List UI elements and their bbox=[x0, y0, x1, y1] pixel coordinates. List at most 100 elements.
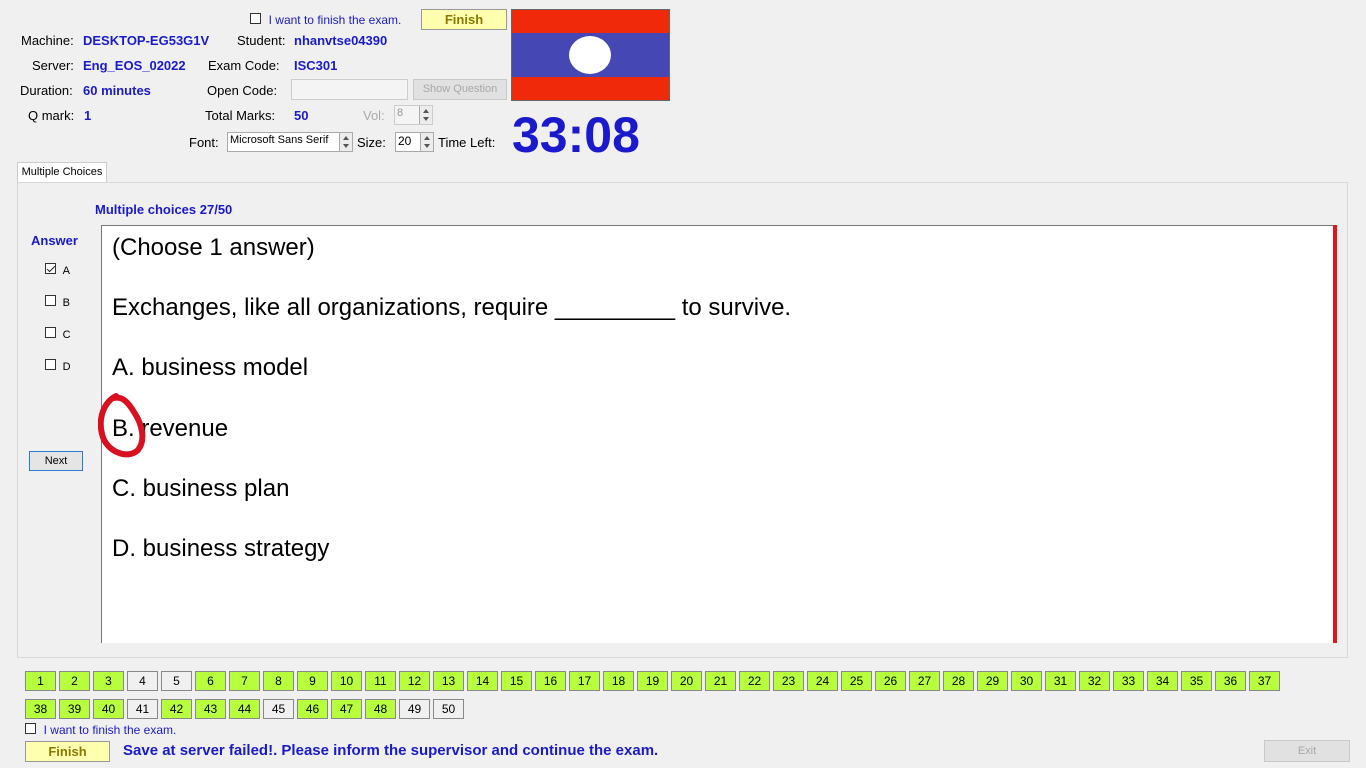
question-button-40[interactable]: 40 bbox=[93, 699, 124, 719]
question-button-32[interactable]: 32 bbox=[1079, 671, 1110, 691]
answer-option-a[interactable]: A bbox=[45, 262, 70, 277]
question-button-38[interactable]: 38 bbox=[25, 699, 56, 719]
question-progress: Multiple choices 27/50 bbox=[95, 202, 233, 217]
question-text: Exchanges, like all organizations, requi… bbox=[112, 294, 792, 321]
question-button-44[interactable]: 44 bbox=[229, 699, 260, 719]
question-button-9[interactable]: 9 bbox=[297, 671, 328, 691]
question-button-24[interactable]: 24 bbox=[807, 671, 838, 691]
answer-key-a: A bbox=[62, 265, 70, 277]
answer-checkbox-c[interactable] bbox=[45, 327, 56, 338]
qmark-value: 1 bbox=[84, 108, 92, 123]
question-button-43[interactable]: 43 bbox=[195, 699, 226, 719]
font-label: Font: bbox=[189, 135, 219, 150]
question-scroll-indicator bbox=[1333, 225, 1337, 643]
question-button-28[interactable]: 28 bbox=[943, 671, 974, 691]
question-button-23[interactable]: 23 bbox=[773, 671, 804, 691]
exit-button[interactable]: Exit bbox=[1264, 740, 1350, 762]
answer-checkbox-b[interactable] bbox=[45, 295, 56, 306]
font-selector[interactable]: Microsoft Sans Serif bbox=[227, 132, 353, 152]
font-spin-icon[interactable] bbox=[339, 133, 352, 151]
exam-code-value: ISC301 bbox=[294, 58, 338, 73]
question-button-22[interactable]: 22 bbox=[739, 671, 770, 691]
question-button-11[interactable]: 11 bbox=[365, 671, 396, 691]
finish-exam-checkbox-top[interactable]: I want to finish the exam. bbox=[250, 12, 401, 27]
question-button-10[interactable]: 10 bbox=[331, 671, 362, 691]
open-code-label: Open Code: bbox=[207, 83, 278, 98]
question-button-19[interactable]: 19 bbox=[637, 671, 668, 691]
question-button-5[interactable]: 5 bbox=[161, 671, 192, 691]
question-button-48[interactable]: 48 bbox=[365, 699, 396, 719]
finish-checkbox-box[interactable] bbox=[250, 13, 261, 24]
question-button-8[interactable]: 8 bbox=[263, 671, 294, 691]
question-button-16[interactable]: 16 bbox=[535, 671, 566, 691]
vol-value: 8 bbox=[397, 107, 404, 119]
size-label: Size: bbox=[357, 135, 386, 150]
question-button-37[interactable]: 37 bbox=[1249, 671, 1280, 691]
question-button-29[interactable]: 29 bbox=[977, 671, 1008, 691]
finish-button-bottom[interactable]: Finish bbox=[25, 741, 110, 762]
open-code-input[interactable] bbox=[291, 79, 408, 100]
vol-stepper[interactable]: 8 bbox=[394, 105, 433, 125]
next-button[interactable]: Next bbox=[29, 451, 83, 471]
question-button-21[interactable]: 21 bbox=[705, 671, 736, 691]
question-button-34[interactable]: 34 bbox=[1147, 671, 1178, 691]
question-button-36[interactable]: 36 bbox=[1215, 671, 1246, 691]
question-button-31[interactable]: 31 bbox=[1045, 671, 1076, 691]
answer-key-d: D bbox=[62, 361, 71, 373]
answer-option-d[interactable]: D bbox=[45, 358, 71, 373]
duration-value: 60 minutes bbox=[83, 83, 151, 98]
choice-a-text: A. business model bbox=[112, 354, 309, 381]
question-button-12[interactable]: 12 bbox=[399, 671, 430, 691]
question-button-45[interactable]: 45 bbox=[263, 699, 294, 719]
question-button-15[interactable]: 15 bbox=[501, 671, 532, 691]
question-button-1[interactable]: 1 bbox=[25, 671, 56, 691]
question-button-27[interactable]: 27 bbox=[909, 671, 940, 691]
server-label: Server: bbox=[32, 58, 74, 73]
server-value: Eng_EOS_02022 bbox=[83, 58, 186, 73]
question-button-26[interactable]: 26 bbox=[875, 671, 906, 691]
question-button-42[interactable]: 42 bbox=[161, 699, 192, 719]
answer-option-c[interactable]: C bbox=[45, 326, 71, 341]
laos-flag-image bbox=[511, 9, 670, 101]
vol-spin-icon[interactable] bbox=[419, 106, 432, 124]
question-button-13[interactable]: 13 bbox=[433, 671, 464, 691]
question-button-39[interactable]: 39 bbox=[59, 699, 90, 719]
question-button-33[interactable]: 33 bbox=[1113, 671, 1144, 691]
vol-label: Vol: bbox=[363, 108, 385, 123]
question-button-14[interactable]: 14 bbox=[467, 671, 498, 691]
question-button-47[interactable]: 47 bbox=[331, 699, 362, 719]
question-button-4[interactable]: 4 bbox=[127, 671, 158, 691]
total-marks-label: Total Marks: bbox=[205, 108, 276, 123]
question-button-25[interactable]: 25 bbox=[841, 671, 872, 691]
answer-option-b[interactable]: B bbox=[45, 294, 70, 309]
question-button-41[interactable]: 41 bbox=[127, 699, 158, 719]
question-instruction: (Choose 1 answer) bbox=[112, 234, 315, 261]
question-button-30[interactable]: 30 bbox=[1011, 671, 1042, 691]
student-value: nhanvtse04390 bbox=[294, 33, 388, 48]
question-button-18[interactable]: 18 bbox=[603, 671, 634, 691]
answer-key-c: C bbox=[62, 329, 71, 341]
tab-multiple-choices[interactable]: Multiple Choices bbox=[17, 162, 107, 183]
answer-checkbox-d[interactable] bbox=[45, 359, 56, 370]
show-question-button[interactable]: Show Question bbox=[413, 79, 507, 100]
question-button-46[interactable]: 46 bbox=[297, 699, 328, 719]
finish-checkbox-label: I want to finish the exam. bbox=[268, 13, 402, 27]
finish-checkbox-box-bottom[interactable] bbox=[25, 723, 36, 734]
question-button-2[interactable]: 2 bbox=[59, 671, 90, 691]
time-left-label: Time Left: bbox=[438, 135, 496, 150]
finish-button-top[interactable]: Finish bbox=[421, 9, 507, 30]
question-content: (Choose 1 answer) Exchanges, like all or… bbox=[98, 225, 1337, 643]
answer-checkbox-a[interactable] bbox=[45, 263, 56, 274]
question-button-17[interactable]: 17 bbox=[569, 671, 600, 691]
question-button-6[interactable]: 6 bbox=[195, 671, 226, 691]
question-button-49[interactable]: 49 bbox=[399, 699, 430, 719]
question-button-35[interactable]: 35 bbox=[1181, 671, 1212, 691]
size-spin-icon[interactable] bbox=[420, 133, 433, 151]
question-button-50[interactable]: 50 bbox=[433, 699, 464, 719]
question-button-20[interactable]: 20 bbox=[671, 671, 702, 691]
finish-exam-checkbox-bottom[interactable]: I want to finish the exam. bbox=[25, 722, 176, 737]
question-button-3[interactable]: 3 bbox=[93, 671, 124, 691]
red-circle-annotation-icon bbox=[98, 393, 146, 458]
question-button-7[interactable]: 7 bbox=[229, 671, 260, 691]
size-stepper[interactable]: 20 bbox=[395, 132, 434, 152]
